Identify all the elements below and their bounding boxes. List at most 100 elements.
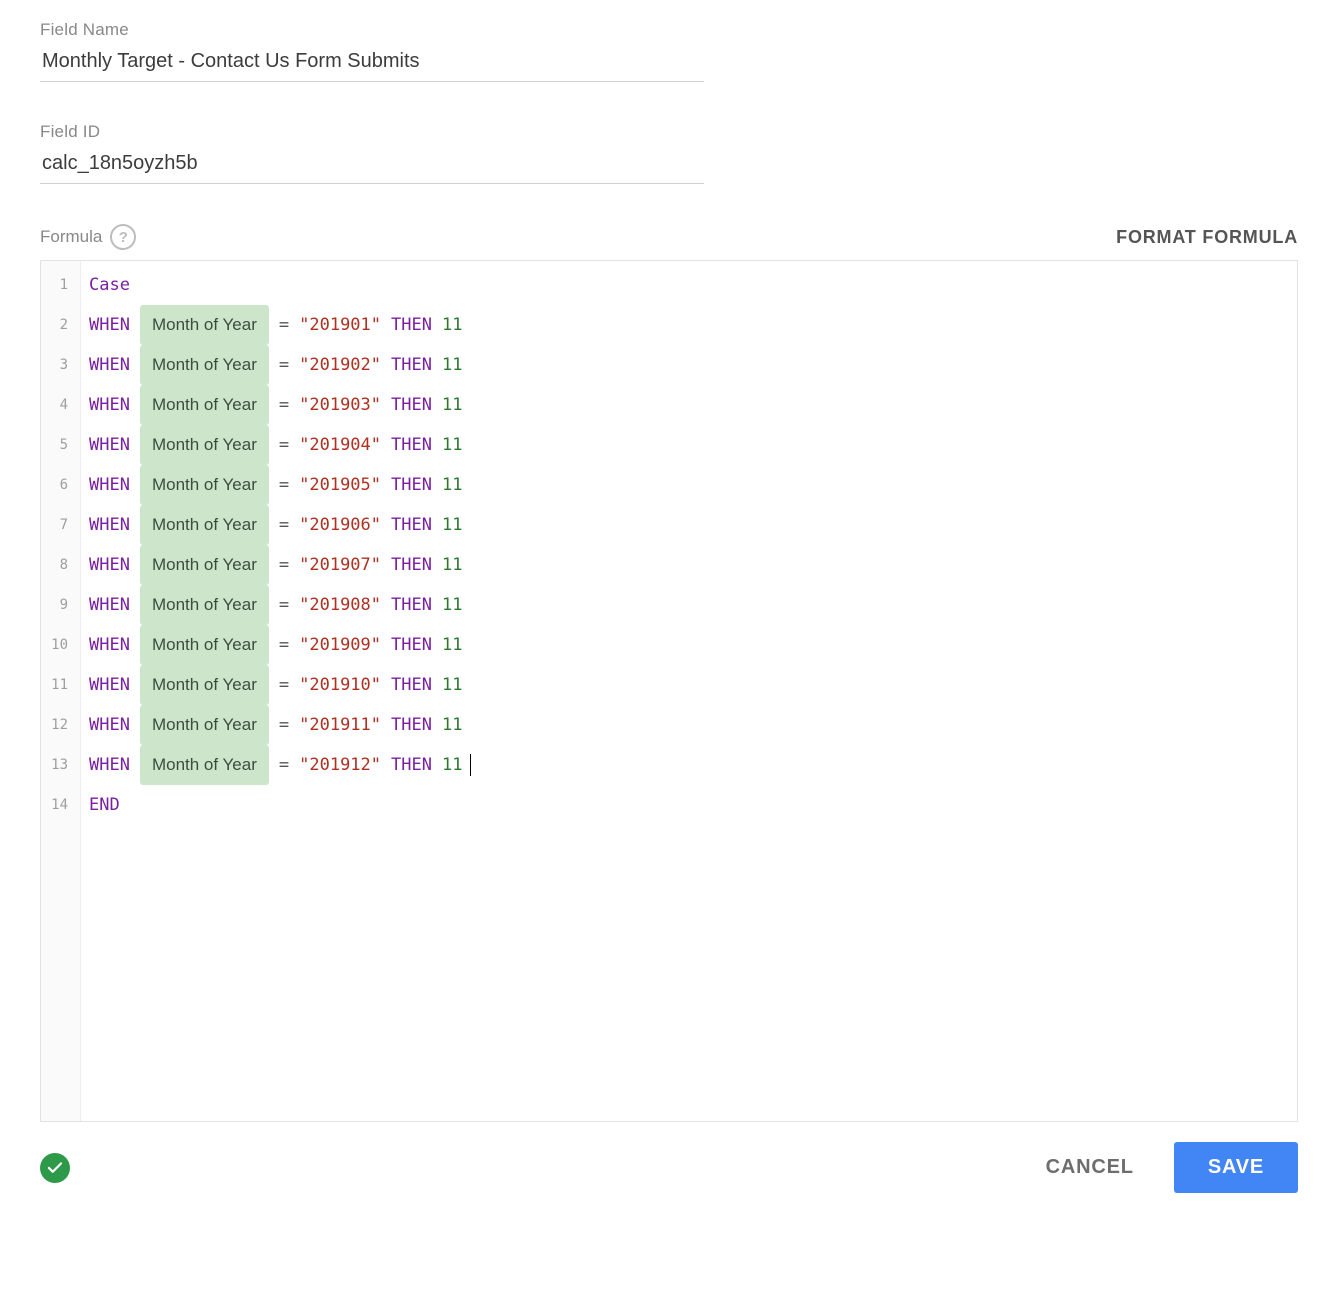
line-number: 12 bbox=[47, 705, 74, 745]
valid-check-icon bbox=[40, 1153, 70, 1183]
line-number: 9 bbox=[47, 585, 74, 625]
line-number: 5 bbox=[47, 425, 74, 465]
string-literal: "201909" bbox=[299, 629, 381, 661]
operator-eq: = bbox=[279, 549, 289, 581]
string-literal: "201905" bbox=[299, 469, 381, 501]
number-literal: 11 bbox=[442, 309, 462, 341]
operator-eq: = bbox=[279, 749, 289, 781]
keyword-then: THEN bbox=[391, 749, 432, 781]
code-line: WHENMonth of Year="201910"THEN11 bbox=[89, 665, 471, 705]
keyword-then: THEN bbox=[391, 509, 432, 541]
keyword-when: WHEN bbox=[89, 509, 130, 541]
field-name-group: Field Name bbox=[40, 20, 700, 82]
save-button[interactable]: SAVE bbox=[1174, 1142, 1298, 1193]
field-token[interactable]: Month of Year bbox=[140, 465, 269, 505]
help-icon[interactable]: ? bbox=[110, 224, 136, 250]
line-number: 11 bbox=[47, 665, 74, 705]
keyword-then: THEN bbox=[391, 349, 432, 381]
code-area[interactable]: CaseWHENMonth of Year="201901"THEN11WHEN… bbox=[81, 261, 479, 1121]
code-line: END bbox=[89, 785, 471, 825]
number-literal: 11 bbox=[442, 469, 462, 501]
line-number: 10 bbox=[47, 625, 74, 665]
number-literal: 11 bbox=[442, 629, 462, 661]
line-number: 14 bbox=[47, 785, 74, 825]
operator-eq: = bbox=[279, 509, 289, 541]
field-token[interactable]: Month of Year bbox=[140, 385, 269, 425]
operator-eq: = bbox=[279, 669, 289, 701]
keyword-when: WHEN bbox=[89, 669, 130, 701]
number-literal: 11 bbox=[442, 549, 462, 581]
field-token[interactable]: Month of Year bbox=[140, 545, 269, 585]
number-literal: 11 bbox=[442, 429, 462, 461]
line-gutter: 1234567891011121314 bbox=[41, 261, 81, 1121]
formula-header: Formula ? FORMAT FORMULA bbox=[40, 224, 1298, 250]
format-formula-button[interactable]: FORMAT FORMULA bbox=[1116, 227, 1298, 248]
code-line: Case bbox=[89, 265, 471, 305]
line-number: 3 bbox=[47, 345, 74, 385]
keyword-then: THEN bbox=[391, 389, 432, 421]
text-cursor bbox=[470, 754, 471, 776]
keyword-when: WHEN bbox=[89, 589, 130, 621]
operator-eq: = bbox=[279, 309, 289, 341]
field-token[interactable]: Month of Year bbox=[140, 745, 269, 785]
number-literal: 11 bbox=[442, 349, 462, 381]
keyword-case: Case bbox=[89, 269, 130, 301]
code-line: WHENMonth of Year="201908"THEN11 bbox=[89, 585, 471, 625]
field-id-input[interactable] bbox=[40, 148, 704, 184]
code-line: WHEN Month of Year = "201904" THEN 11 bbox=[89, 425, 471, 465]
keyword-end: END bbox=[89, 789, 120, 821]
number-literal: 11 bbox=[442, 509, 462, 541]
number-literal: 11 bbox=[442, 749, 462, 781]
operator-eq: = bbox=[279, 469, 289, 501]
string-literal: "201911" bbox=[299, 709, 381, 741]
keyword-when: WHEN bbox=[89, 429, 130, 461]
keyword-when: WHEN bbox=[89, 349, 130, 381]
code-line: WHENMonth of Year="201902"THEN11 bbox=[89, 345, 471, 385]
line-number: 13 bbox=[47, 745, 74, 785]
keyword-when: WHEN bbox=[89, 549, 130, 581]
field-token[interactable]: Month of Year bbox=[140, 305, 269, 345]
code-line: WHENMonth of Year="201909"THEN11 bbox=[89, 625, 471, 665]
operator-eq: = bbox=[279, 389, 289, 421]
operator-eq: = bbox=[279, 429, 289, 461]
keyword-then: THEN bbox=[391, 429, 432, 461]
operator-eq: = bbox=[279, 589, 289, 621]
keyword-then: THEN bbox=[391, 469, 432, 501]
footer: CANCEL SAVE bbox=[40, 1142, 1298, 1193]
keyword-when: WHEN bbox=[89, 749, 130, 781]
number-literal: 11 bbox=[442, 589, 462, 621]
operator-eq: = bbox=[279, 709, 289, 741]
field-name-input[interactable] bbox=[40, 46, 704, 82]
cancel-button[interactable]: CANCEL bbox=[1046, 1156, 1134, 1179]
line-number: 7 bbox=[47, 505, 74, 545]
keyword-when: WHEN bbox=[89, 389, 130, 421]
string-literal: "201904" bbox=[299, 429, 381, 461]
line-number: 1 bbox=[47, 265, 74, 305]
field-token[interactable]: Month of Year bbox=[140, 625, 269, 665]
field-name-label: Field Name bbox=[40, 20, 700, 40]
field-token[interactable]: Month of Year bbox=[140, 425, 269, 465]
field-token[interactable]: Month of Year bbox=[140, 345, 269, 385]
line-number: 2 bbox=[47, 305, 74, 345]
code-line: WHENMonth of Year="201907"THEN11 bbox=[89, 545, 471, 585]
number-literal: 11 bbox=[442, 389, 462, 421]
string-literal: "201902" bbox=[299, 349, 381, 381]
keyword-then: THEN bbox=[391, 669, 432, 701]
keyword-when: WHEN bbox=[89, 469, 130, 501]
formula-editor[interactable]: 1234567891011121314 CaseWHENMonth of Yea… bbox=[40, 260, 1298, 1122]
field-id-label: Field ID bbox=[40, 122, 700, 142]
field-token[interactable]: Month of Year bbox=[140, 665, 269, 705]
operator-eq: = bbox=[279, 629, 289, 661]
keyword-when: WHEN bbox=[89, 629, 130, 661]
line-number: 6 bbox=[47, 465, 74, 505]
field-token[interactable]: Month of Year bbox=[140, 505, 269, 545]
code-line: WHENMonth of Year="201901"THEN11 bbox=[89, 305, 471, 345]
keyword-then: THEN bbox=[391, 309, 432, 341]
field-token[interactable]: Month of Year bbox=[140, 585, 269, 625]
code-line: WHENMonth of Year="201912"THEN11 bbox=[89, 745, 471, 785]
code-line: WHENMonth of Year="201906"THEN11 bbox=[89, 505, 471, 545]
string-literal: "201907" bbox=[299, 549, 381, 581]
field-token[interactable]: Month of Year bbox=[140, 705, 269, 745]
code-line: WHEN Month of Year = "201905" THEN 11 bbox=[89, 465, 471, 505]
string-literal: "201903" bbox=[299, 389, 381, 421]
